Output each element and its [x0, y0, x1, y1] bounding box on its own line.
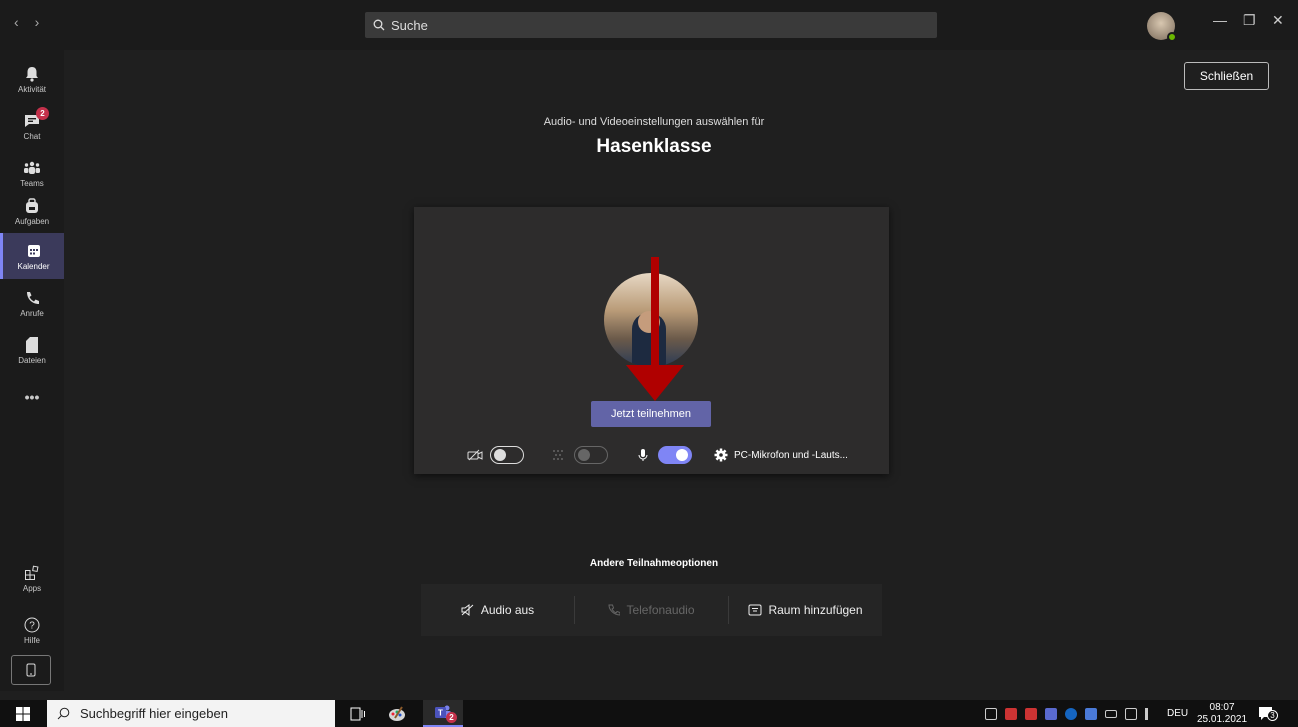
search-icon: [373, 19, 385, 31]
notification-count: 3: [1267, 710, 1278, 721]
teams-tray-icon: [1045, 707, 1057, 720]
mobile-icon: [26, 663, 36, 677]
phone-icon: [23, 289, 41, 307]
task-view-icon: [350, 707, 365, 720]
rail-item-more[interactable]: •••: [0, 374, 64, 420]
toggle-knob: [578, 449, 590, 461]
room-icon: [748, 604, 762, 616]
microphone-icon: [634, 446, 652, 464]
bell-icon: [23, 65, 41, 83]
option-label: Audio aus: [480, 603, 535, 617]
prejoin-subtitle: Audio- und Videoeinstellungen auswählen …: [543, 116, 765, 128]
blur-icon: [550, 446, 568, 464]
blur-toggle[interactable]: [574, 446, 608, 464]
minimize-button[interactable]: —: [1213, 12, 1227, 28]
rail-item-hilfe[interactable]: ? Hilfe: [0, 607, 64, 653]
other-options-title: Andere Teilnahmeoptionen: [589, 558, 719, 569]
svg-text:?: ?: [29, 620, 35, 631]
rail-label: Hilfe: [23, 635, 40, 645]
rail-item-dateien[interactable]: Dateien: [0, 327, 64, 373]
option-label: Raum hinzufügen: [768, 603, 863, 617]
rail-item-aufgaben[interactable]: Aufgaben: [0, 188, 64, 234]
close-window-button[interactable]: ✕: [1272, 12, 1284, 29]
language-indicator[interactable]: DEU: [1167, 700, 1188, 727]
add-room-option[interactable]: Raum hinzufügen: [729, 584, 882, 636]
camera-toggle[interactable]: [490, 446, 524, 464]
teams-icon: [23, 159, 41, 177]
file-icon: [23, 336, 41, 354]
forward-button[interactable]: ›: [35, 14, 40, 30]
paint-app-button[interactable]: [388, 700, 406, 727]
bluetooth-icon: [1065, 707, 1077, 720]
start-button[interactable]: [16, 700, 30, 727]
rail-label: Kalender: [17, 261, 50, 271]
back-button[interactable]: ‹: [14, 14, 19, 30]
usb-icon: [985, 707, 997, 720]
phone-icon: [608, 604, 621, 616]
search-placeholder: Suche: [391, 17, 428, 33]
maximize-button[interactable]: ❐: [1243, 12, 1256, 29]
teams-taskbar-badge: 2: [446, 712, 457, 723]
microphone-toggle[interactable]: [658, 446, 692, 464]
red-arrow-head: [626, 365, 684, 401]
mobile-device-button[interactable]: [11, 655, 51, 685]
meeting-title: Hasenklasse: [596, 136, 712, 157]
camera-off-icon: [466, 446, 484, 464]
presence-icon: [1167, 32, 1177, 42]
phone-audio-option[interactable]: Telefonaudio: [575, 584, 728, 636]
task-view-button[interactable]: [350, 700, 366, 727]
rail-label: Aufgaben: [14, 216, 50, 226]
rail-label: Aktivität: [17, 84, 46, 94]
rail-item-anrufe[interactable]: Anrufe: [0, 280, 64, 326]
speaker-off-icon: [461, 604, 474, 616]
rail-label: Apps: [22, 583, 42, 593]
clock-time: 08:07: [1209, 701, 1235, 713]
audio-off-option[interactable]: Audio aus: [421, 584, 574, 636]
shield-icon: [1025, 707, 1037, 720]
action-center-button[interactable]: 3: [1258, 700, 1278, 727]
toggle-knob: [676, 449, 688, 461]
svg-text:T: T: [438, 708, 443, 717]
toggle-knob: [494, 449, 506, 461]
rail-item-aktivitaet[interactable]: Aktivität: [0, 56, 64, 102]
search-input[interactable]: Suche: [365, 12, 937, 38]
network-drive-icon: [1085, 707, 1097, 720]
rail-label: Dateien: [18, 355, 46, 365]
av-controls: PC-Mikrofon und -Lauts...: [466, 443, 848, 467]
backpack-icon: [23, 197, 41, 215]
other-options-bar: Audio aus Telefonaudio Raum hinzufügen: [421, 584, 882, 636]
security-icon: [1005, 707, 1017, 720]
clock[interactable]: 08:07 25.01.2021: [1197, 700, 1247, 727]
device-settings-label[interactable]: PC-Mikrofon und -Lauts...: [734, 450, 848, 461]
join-now-button[interactable]: Jetzt teilnehmen: [591, 401, 711, 427]
rail-label: Teams: [20, 178, 44, 188]
help-icon: ?: [23, 616, 41, 634]
system-tray-icons: [985, 700, 1165, 727]
paint-icon: [389, 705, 405, 721]
more-icon: •••: [24, 389, 40, 405]
network-icon: [1125, 707, 1137, 720]
nav-arrows: ‹ ›: [14, 14, 39, 30]
clock-date: 25.01.2021: [1197, 713, 1248, 725]
volume-icon[interactable]: [1145, 707, 1157, 720]
red-arrow-annotation: [651, 257, 659, 377]
option-label: Telefonaudio: [626, 603, 695, 617]
rail-item-kalender[interactable]: Kalender: [0, 233, 64, 279]
video-preview: Jetzt teilnehmen PC-Mikrofon und -Lauts.…: [414, 207, 889, 474]
windows-taskbar: Suchbegriff hier eingeben T 2 DEU 08:07 …: [0, 700, 1298, 727]
battery-icon: [1105, 709, 1117, 718]
search-icon: [57, 707, 70, 720]
gear-icon: [712, 446, 730, 464]
teams-app-button[interactable]: T 2: [423, 700, 463, 727]
windows-logo-icon: [16, 706, 30, 721]
calendar-icon: [25, 242, 43, 260]
rail-label: Anrufe: [20, 308, 44, 318]
profile-avatar[interactable]: [1147, 12, 1177, 42]
taskbar-search-input[interactable]: Suchbegriff hier eingeben: [47, 700, 335, 727]
taskbar-search-placeholder: Suchbegriff hier eingeben: [80, 706, 228, 721]
title-bar: ‹ › Suche — ❐ ✕: [0, 0, 1298, 50]
close-button[interactable]: Schließen: [1184, 62, 1269, 90]
